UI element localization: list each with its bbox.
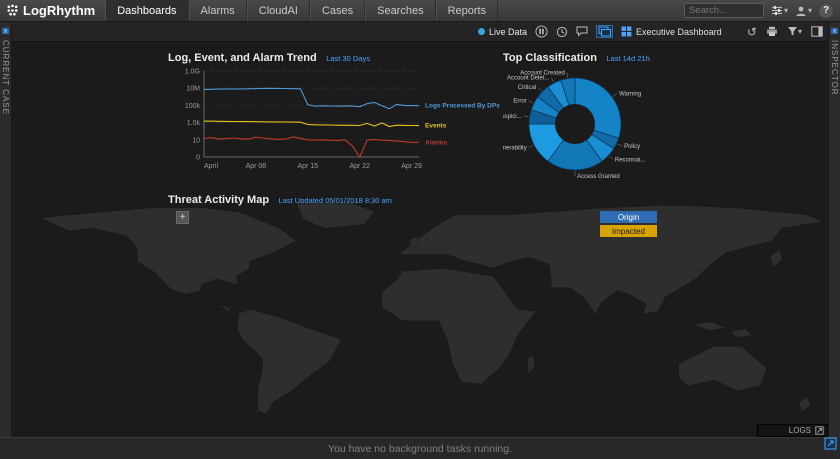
logs-label: LOGS [789,426,811,435]
logo-text: LogRhythm [23,3,95,18]
donut-label: Policy [624,144,640,150]
tab-label: Searches [377,5,423,17]
trend-x-tick: Apr 15 [297,163,318,170]
trend-y-tick: 0 [196,155,200,162]
tab-label: Reports [448,5,487,17]
nav-right-controls: ▾ ▾ ? [684,0,840,21]
tab-label: Dashboards [117,5,176,17]
trend-y-tick: 10M [186,86,200,93]
history-icon[interactable] [556,26,568,38]
donut-label: Error [513,98,526,104]
classification-title: Top Classification [503,52,597,64]
slideshow-icon[interactable] [596,25,613,38]
tab-label: Alarms [201,5,235,17]
current-case-label: CURRENT CASE [1,40,10,115]
live-dot-icon [478,28,485,35]
tab-label: Cases [322,5,353,17]
chevron-down-icon: ▾ [798,27,802,36]
tab-dashboards[interactable]: Dashboards [105,0,188,21]
classification-subtitle: Last 14d 21h [606,54,649,63]
trend-x-tick: April [204,163,218,170]
logo-dots-icon [6,4,19,17]
case-icon: ▣ [2,26,10,35]
help-icon[interactable]: ? [819,4,833,18]
trend-y-tick: 10 [192,137,200,144]
tab-alarms[interactable]: Alarms [189,0,247,21]
trend-x-tick: Apr 22 [349,163,370,170]
filter-icon[interactable]: ▾ [787,26,802,37]
threat-activity-map: + Origin Impacted [13,203,828,427]
pin-icon: ▣ [831,26,839,35]
inspector-label: INSPECTOR [830,40,839,96]
pause-icon[interactable] [535,25,548,38]
trend-chart-svg[interactable]: 1.0G 10M 100k 1.0k 10 0 April Apr 08 Apr 15 Apr 2… [168,66,500,172]
search-input[interactable] [684,3,764,18]
classification-chart-svg[interactable]: Warning Policy Reconnai... Access Granted Vu… [503,66,675,184]
trend-series-line [204,137,419,157]
tab-cloudai[interactable]: CloudAI [247,0,310,21]
top-nav-bar: LogRhythm Dashboards Alarms CloudAI Case… [0,0,840,22]
trend-series-line [204,121,419,126]
dashboard-grid-icon [621,26,632,37]
live-data-indicator[interactable]: Live Data [478,27,527,37]
donut-label: Reconnai... [615,158,646,164]
trend-y-tick: 100k [185,103,201,110]
toolbar-center-group: Live Data Executive Dashboard [478,25,722,38]
donut-label: Suspici... [503,114,522,120]
tab-label: CloudAI [259,5,298,17]
current-case-panel-toggle[interactable]: ▣ CURRENT CASE [0,22,12,437]
open-tray-icon [815,426,824,435]
map-zoom-in-button[interactable]: + [176,211,189,224]
map-legend-origin-button[interactable]: Origin [600,211,657,223]
trend-title: Log, Event, and Alarm Trend [168,52,317,64]
tab-searches[interactable]: Searches [365,0,435,21]
expand-tray-icon[interactable] [824,437,837,455]
map-legend-impacted-button[interactable]: Impacted [600,225,657,237]
trend-panel: Log, Event, and Alarm Trend Last 30 Days… [168,48,500,177]
trend-x-tick: Apr 08 [246,163,267,170]
trend-series-label: Logs Processed By DPs [425,103,500,110]
trend-x-tick: Apr 29 [401,163,422,170]
trend-series-label: Alarms [425,139,447,146]
print-icon[interactable] [766,26,778,37]
donut-label: Vulnerability [503,146,527,152]
inspector-panel-toggle[interactable]: ▣ INSPECTOR [828,22,840,437]
donut-label: Critical [518,85,536,91]
logrhythm-logo: LogRhythm [0,0,105,21]
status-bar: You have no background tasks running. [0,437,840,459]
tab-cases[interactable]: Cases [310,0,365,21]
reset-icon[interactable]: ↺ [747,25,757,39]
toolbar-right-group: ↺ ▾ [747,25,828,39]
trend-y-tick: 1.0G [185,69,200,76]
feedback-icon[interactable] [576,26,588,37]
donut-label: Access Granted [577,174,620,180]
trend-y-tick: 1.0k [187,120,201,127]
search-settings-dropdown[interactable]: ▾ [771,5,788,16]
donut-label: Account Created [520,71,565,77]
classification-panel-header: Top Classification Last 14d 21h [503,48,675,66]
tab-reports[interactable]: Reports [436,0,499,21]
dashboard-name: Executive Dashboard [636,27,722,37]
user-icon [795,5,807,17]
live-data-label: Live Data [489,27,527,37]
user-menu[interactable]: ▾ [795,5,812,17]
sliders-icon [771,5,783,16]
logs-tray-button[interactable]: LOGS [757,424,828,437]
dashboard-selector[interactable]: Executive Dashboard [621,26,722,37]
classification-panel: Top Classification Last 14d 21h Warning P… [503,48,675,189]
trend-panel-header: Log, Event, and Alarm Trend Last 30 Days [168,48,500,66]
layout-toggle-icon[interactable] [811,26,823,37]
trend-series-label: Events [425,123,447,130]
chevron-down-icon: ▾ [808,6,812,15]
status-message: You have no background tasks running. [328,443,512,455]
world-map-image[interactable] [13,203,828,427]
chevron-down-icon: ▾ [784,6,788,15]
dashboard-toolbar: Live Data Executive Dashboard ↺ ▾ [12,22,828,42]
donut-label: Warning [619,91,641,97]
trend-series-line [204,88,419,109]
trend-subtitle: Last 30 Days [326,54,370,63]
